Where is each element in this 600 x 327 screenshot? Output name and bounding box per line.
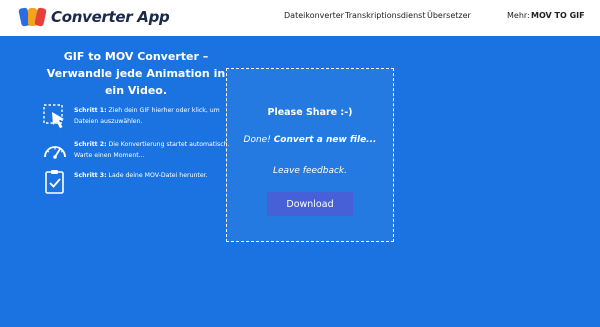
step-3: Schritt 3: Lade deine MOV-Datei herunter… [42, 168, 242, 198]
step-2-label: Schritt 2: [74, 141, 107, 148]
done-prefix: Done! [243, 135, 271, 145]
more-label: Mehr: [507, 11, 530, 20]
share-heading: Please Share :-) [267, 107, 353, 118]
step-2: Schritt 2: Die Konvertierung startet aut… [42, 137, 242, 167]
download-button[interactable]: Download [267, 192, 353, 216]
convert-new-file-link[interactable]: Convert a new file... [274, 135, 377, 145]
page-title: GIF to MOV Converter – Verwandle jede An… [46, 50, 226, 97]
leave-feedback-link[interactable]: Leave feedback. [227, 166, 393, 176]
more-dropdown[interactable]: MOV TO GIF [531, 11, 585, 20]
logo-icon [18, 6, 47, 28]
file-dropzone[interactable]: Please Share :-) Done! Convert a new fil… [226, 68, 394, 242]
clipboard-check-icon [45, 170, 64, 194]
step-3-label: Schritt 3: [74, 172, 107, 179]
step-1-label: Schritt 1: [74, 107, 107, 114]
speedometer-icon [44, 146, 66, 159]
step-3-text: Lade deine MOV-Datei herunter. [108, 172, 208, 179]
nav-dateikonverter[interactable]: Dateikonverter [284, 11, 344, 20]
nav-transkriptionsdienst[interactable]: Transkriptionsdienst [345, 11, 425, 20]
done-message: Done! Convert a new file... [227, 135, 393, 145]
top-header: Converter App Dateikonverter Transkripti… [0, 0, 600, 36]
cursor-select-icon [43, 104, 64, 129]
logo-text: Converter App [51, 8, 170, 26]
logo[interactable]: Converter App [18, 6, 170, 28]
step-1: Schritt 1: Zieh dein GIF hierher oder kl… [42, 103, 242, 133]
nav-uebersetzer[interactable]: Übersetzer [427, 11, 471, 20]
